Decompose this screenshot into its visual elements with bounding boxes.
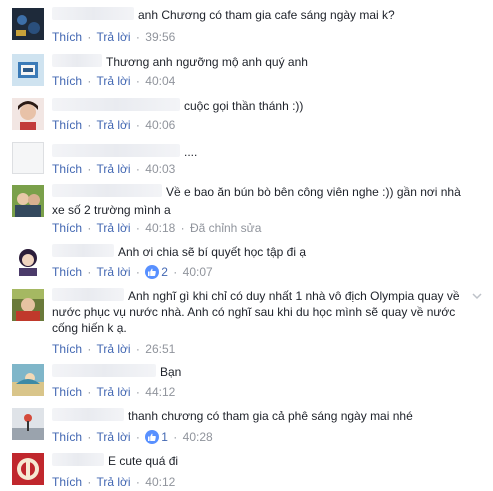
comment-actions: Thích · Trả lời · 1 · 40:28: [52, 430, 213, 444]
timestamp[interactable]: 40:18: [145, 221, 175, 235]
comment-actions: Thích · Trả lời · 39:56: [52, 30, 176, 44]
like-link[interactable]: Thích: [52, 430, 82, 444]
comment-actions: Thích · Trả lời · 40:18 · Đã chỉnh sửa: [52, 221, 262, 235]
like-count[interactable]: 1: [161, 430, 168, 444]
comment-text: Anh ơi chia sẽ bí quyết học tập đi ạ: [118, 245, 306, 259]
comment-actions: Thích · Trả lời · 44:12: [52, 385, 176, 399]
edited-label[interactable]: Đã chỉnh sửa: [190, 221, 261, 235]
comment-body: Anh nghĩ gì khi chỉ có duy nhất 1 nhà vô…: [52, 288, 467, 336]
chevron-down-icon[interactable]: [471, 290, 483, 302]
comment-actions: Thích · Trả lời · 40:04: [52, 74, 176, 88]
timestamp[interactable]: 26:51: [145, 342, 175, 356]
timestamp[interactable]: 40:07: [183, 265, 213, 279]
thumbs-up-icon[interactable]: [145, 430, 160, 444]
reply-link[interactable]: Trả lời: [96, 74, 130, 88]
author-name[interactable]: [52, 288, 124, 301]
comment-text: thanh chương có tham gia cả phê sáng ngà…: [128, 409, 413, 423]
comment-body: thanh chương có tham gia cả phê sáng ngà…: [52, 408, 473, 424]
comment-text: Bạn: [160, 365, 182, 379]
author-name[interactable]: [52, 98, 180, 111]
author-name[interactable]: [52, 144, 180, 157]
like-link[interactable]: Thích: [52, 74, 82, 88]
timestamp[interactable]: 40:06: [145, 118, 175, 132]
author-name[interactable]: [52, 453, 104, 466]
like-link[interactable]: Thích: [52, 118, 82, 132]
comment-actions: Thích · Trả lời · 26:51: [52, 342, 176, 356]
timestamp[interactable]: 40:12: [145, 475, 175, 489]
comment-text: ....: [184, 145, 198, 159]
author-name[interactable]: [52, 7, 134, 20]
comment-actions: Thích · Trả lời · 2 · 40:07: [52, 265, 213, 279]
avatar[interactable]: [12, 54, 44, 86]
like-link[interactable]: Thích: [52, 30, 82, 44]
avatar[interactable]: [12, 8, 44, 40]
comment-actions: Thích · Trả lời · 40:12: [52, 475, 176, 489]
comment-text-line: nước phục vụ nước nhà. Anh có nghĩ sau k…: [52, 305, 456, 319]
reply-link[interactable]: Trả lời: [96, 162, 130, 176]
comment-body: Thương anh ngưỡng mộ anh quý anh: [52, 54, 473, 70]
like-link[interactable]: Thích: [52, 342, 82, 356]
author-name[interactable]: [52, 244, 114, 257]
comment-text: Về e bao ăn bún bò bên công viên nghe :)…: [166, 185, 461, 199]
avatar[interactable]: [12, 408, 44, 440]
comment-body: Bạn: [52, 364, 473, 380]
reply-link[interactable]: Trả lời: [96, 430, 130, 444]
comment-actions: Thích · Trả lời · 40:06: [52, 118, 176, 132]
avatar[interactable]: [12, 142, 44, 174]
comment-text: E cute quá đi: [108, 454, 179, 468]
reply-link[interactable]: Trả lời: [96, 342, 130, 356]
author-name[interactable]: [52, 54, 102, 67]
avatar[interactable]: [12, 244, 44, 276]
comment-text-line: cống hiến k ạ.: [52, 321, 127, 335]
avatar[interactable]: [12, 185, 44, 217]
comment-text: cuộc gọi thần thánh :)): [184, 99, 304, 113]
like-count[interactable]: 2: [161, 265, 168, 279]
timestamp[interactable]: 39:56: [145, 30, 175, 44]
like-link[interactable]: Thích: [52, 221, 82, 235]
comment-text-line: xe số 2 trường mình a: [52, 203, 171, 217]
like-link[interactable]: Thích: [52, 385, 82, 399]
reply-link[interactable]: Trả lời: [96, 118, 130, 132]
timestamp[interactable]: 44:12: [145, 385, 175, 399]
comment-body: E cute quá đi: [52, 453, 473, 469]
avatar[interactable]: [12, 98, 44, 130]
timestamp[interactable]: 40:28: [183, 430, 213, 444]
author-name[interactable]: [52, 364, 156, 377]
comment-body: Về e bao ăn bún bò bên công viên nghe :)…: [52, 184, 473, 218]
avatar[interactable]: [12, 453, 44, 485]
like-link[interactable]: Thích: [52, 265, 82, 279]
comment-body: ....: [52, 144, 473, 160]
like-link[interactable]: Thích: [52, 475, 82, 489]
reply-link[interactable]: Trả lời: [96, 265, 130, 279]
comment-actions: Thích · Trả lời · 40:03: [52, 162, 176, 176]
comment-body: cuộc gọi thần thánh :)): [52, 98, 473, 114]
avatar[interactable]: [12, 364, 44, 396]
avatar[interactable]: [12, 289, 44, 321]
timestamp[interactable]: 40:04: [145, 74, 175, 88]
author-name[interactable]: [52, 408, 124, 421]
thumbs-up-icon[interactable]: [145, 265, 160, 279]
reply-link[interactable]: Trả lời: [96, 221, 130, 235]
like-link[interactable]: Thích: [52, 162, 82, 176]
timestamp[interactable]: 40:03: [145, 162, 175, 176]
reply-link[interactable]: Trả lời: [96, 475, 130, 489]
author-name[interactable]: [52, 184, 162, 197]
comment-body: anh Chương có tham gia cafe sáng ngày ma…: [52, 7, 473, 23]
comment-text: Anh nghĩ gì khi chỉ có duy nhất 1 nhà vô…: [128, 289, 460, 303]
comment-text: anh Chương có tham gia cafe sáng ngày ma…: [138, 8, 395, 22]
reply-link[interactable]: Trả lời: [96, 385, 130, 399]
comment-body: Anh ơi chia sẽ bí quyết học tập đi ạ: [52, 244, 473, 260]
comment-text: Thương anh ngưỡng mộ anh quý anh: [106, 55, 308, 69]
reply-link[interactable]: Trả lời: [96, 30, 130, 44]
